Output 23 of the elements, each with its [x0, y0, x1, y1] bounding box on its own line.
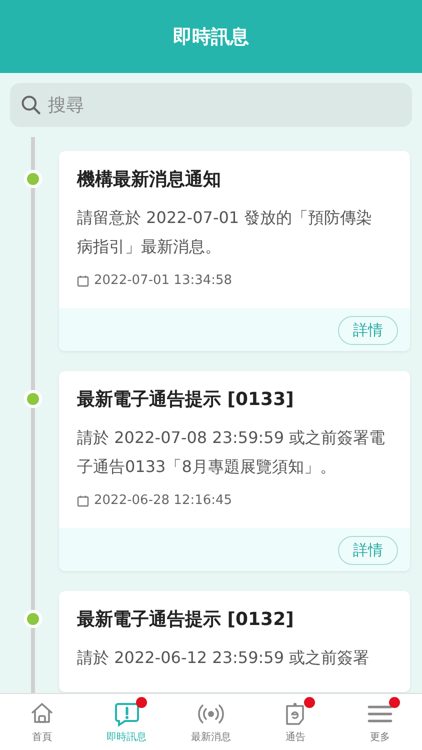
- timeline-dot: [24, 170, 42, 188]
- timestamp: 2022-07-01 13:34:58: [94, 273, 232, 288]
- message-title: 最新電子通告提示 [0133]: [77, 388, 295, 411]
- tab-item[interactable]: 最新消息: [168, 694, 254, 750]
- tab-item[interactable]: 首頁: [0, 694, 84, 750]
- details-button[interactable]: 詳情: [338, 536, 398, 565]
- timeline-dot: [24, 610, 42, 628]
- tab-item[interactable]: 更多: [338, 694, 422, 750]
- tab-item[interactable]: 即時訊息: [84, 694, 169, 750]
- message-title: 最新電子通告提示 [0132]: [77, 608, 295, 631]
- message-text: 請於 2022-06-12 23:59:59 或之前簽署: [77, 647, 370, 669]
- details-button[interactable]: 詳情: [338, 316, 398, 345]
- message-text: 請於 2022-07-08 23:59:59 或之前簽署電子通告0133「8月專題展覽須知」。: [77, 427, 386, 478]
- timeline-dot: [24, 390, 42, 408]
- screen-title: 即時訊息: [173, 24, 249, 50]
- search-field[interactable]: 搜尋: [10, 83, 412, 127]
- calendar-icon: [77, 274, 89, 286]
- message-text: 請留意於 2022-07-01 發放的「預防傳染病指引」最新消息。: [77, 207, 374, 258]
- chat-bubble-icon: [112, 700, 141, 728]
- timestamp: 2022-06-28 12:16:45: [94, 493, 232, 508]
- message-title: 機構最新消息通知: [77, 168, 222, 191]
- tab-item[interactable]: 通告: [253, 694, 338, 750]
- calendar-icon: [77, 494, 89, 506]
